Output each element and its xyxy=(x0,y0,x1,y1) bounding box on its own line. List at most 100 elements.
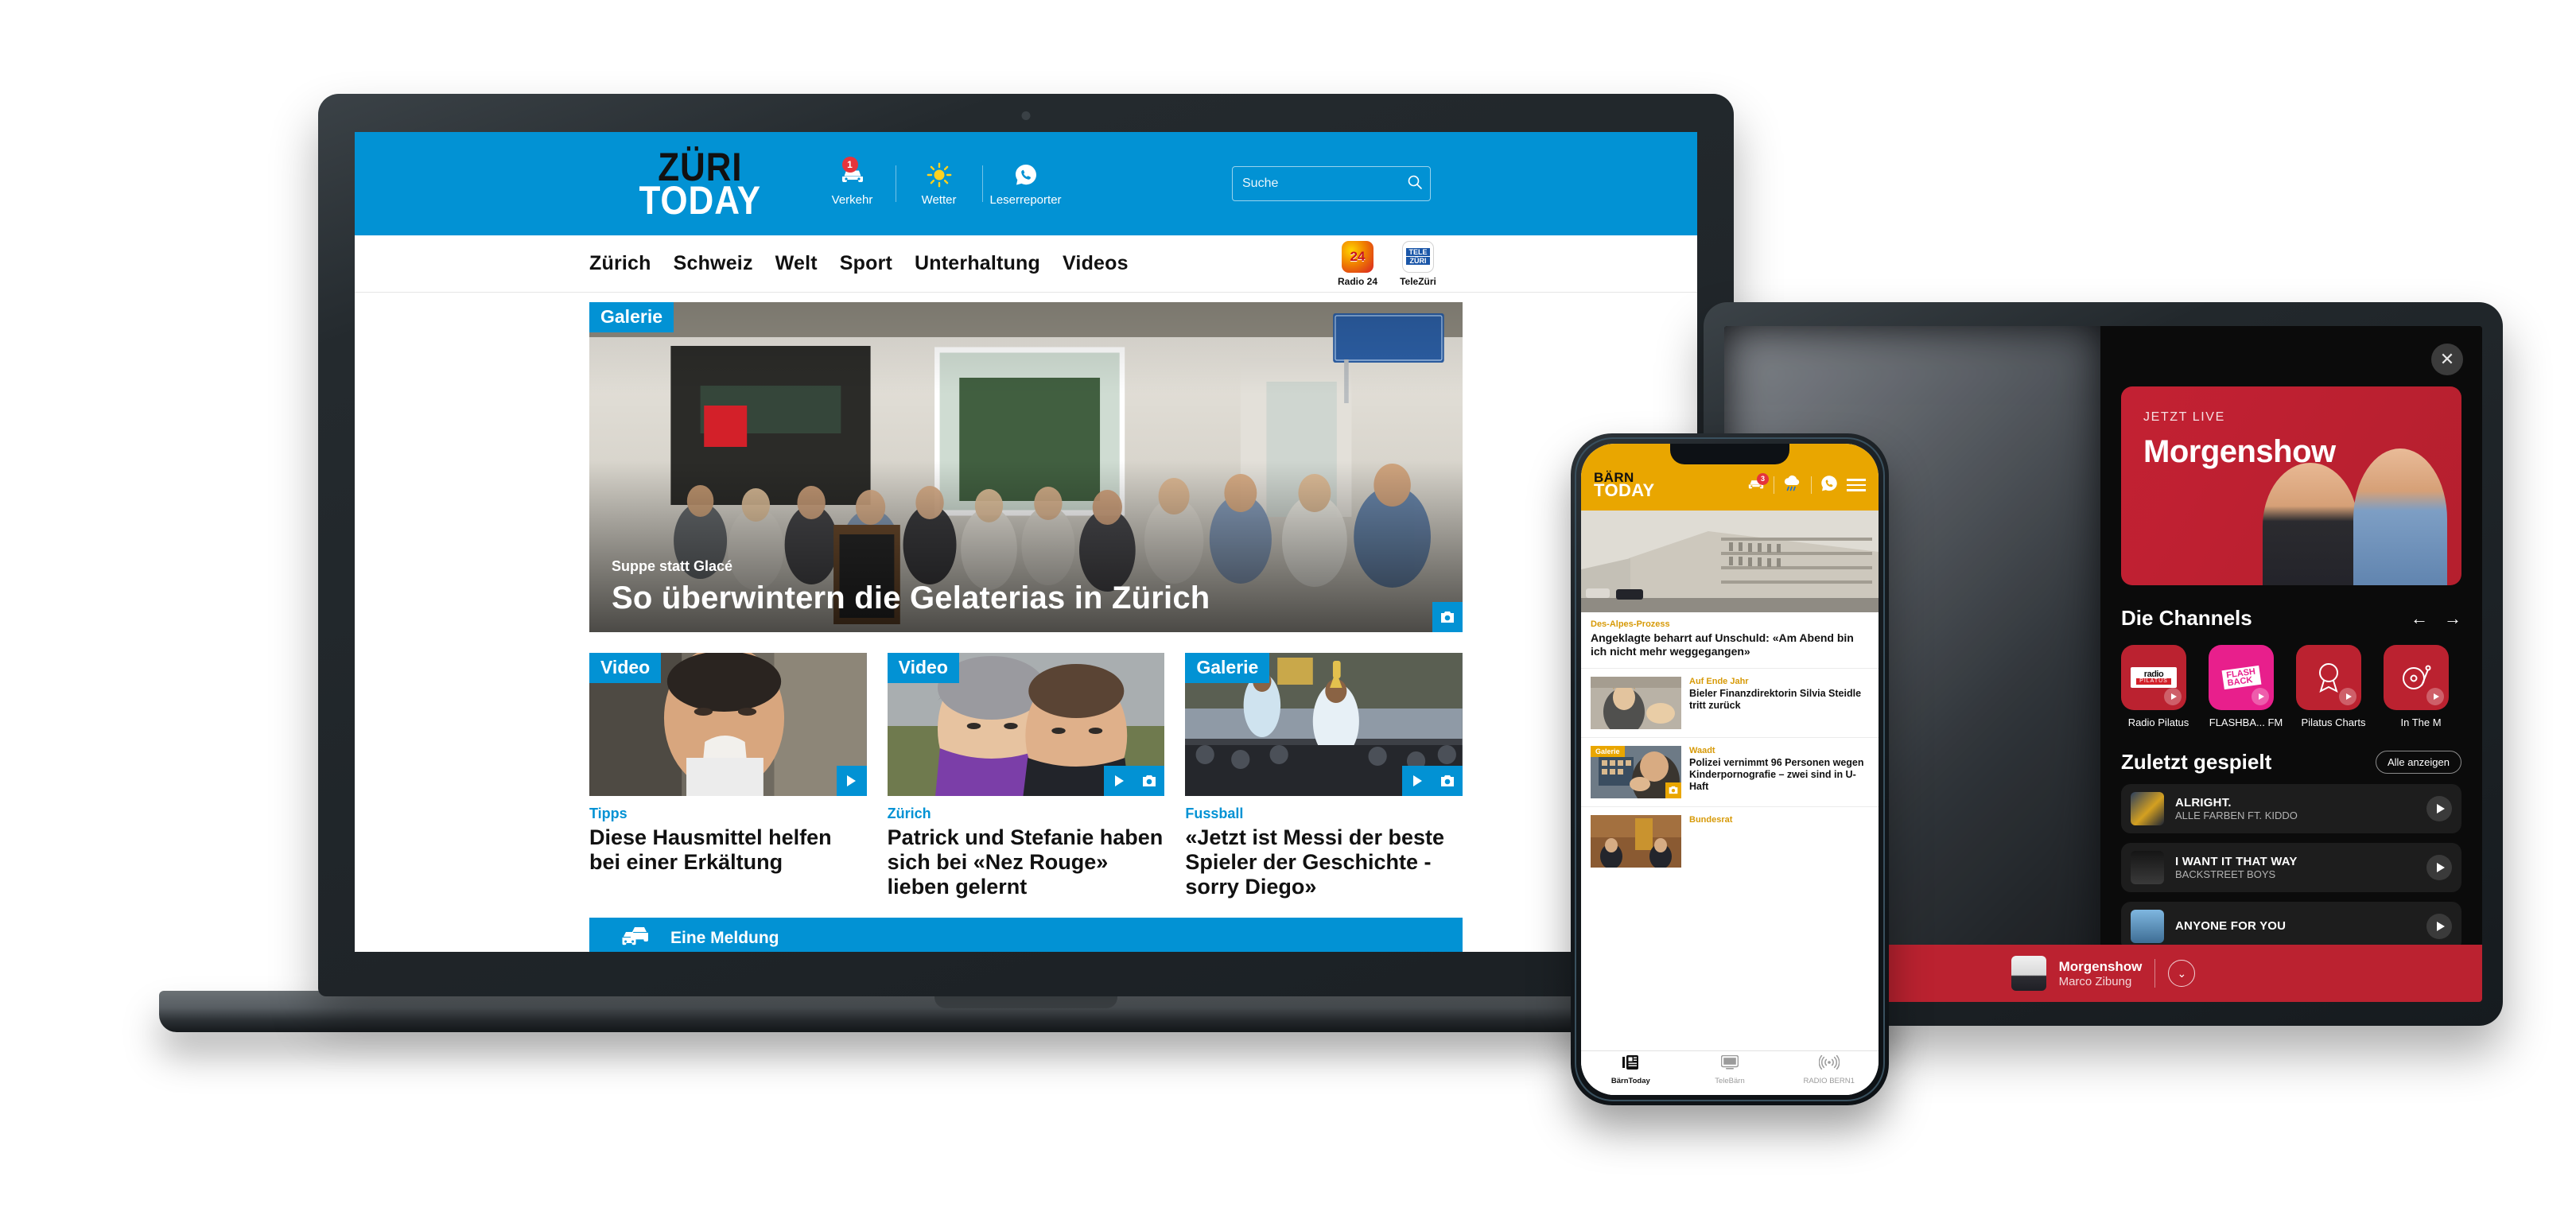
brand-radio24[interactable]: 24 Radio 24 xyxy=(1335,240,1381,287)
track-item[interactable]: ALRIGHT. ALLE FARBEN FT. KIDDO xyxy=(2121,783,2461,833)
header-action-label: Leserreporter xyxy=(989,192,1062,207)
channel-item[interactable]: Pilatus Charts xyxy=(2296,645,2371,729)
arrow-left-icon[interactable]: ← xyxy=(2411,608,2428,629)
article-card[interactable]: Video Zürich Patrick und Stefanie haben … xyxy=(887,653,1165,899)
nav-item-sport[interactable]: Sport xyxy=(840,252,892,275)
telezueri-mark-bottom: ZÜRI xyxy=(1406,257,1430,265)
phone-tab-telebaern[interactable]: TeleBärn xyxy=(1680,1054,1780,1085)
phone-hero-image[interactable] xyxy=(1581,511,1879,612)
host-photo-left xyxy=(2263,463,2358,585)
card-tag-badge: Video xyxy=(887,653,959,683)
play-icon[interactable] xyxy=(2426,913,2452,939)
show-all-button[interactable]: Alle anzeigen xyxy=(2375,750,2461,774)
search-input[interactable] xyxy=(1242,177,1407,191)
telezueri-logo-icon: TELE ZÜRI xyxy=(1402,240,1434,273)
phone-lead-kicker: Des-Alpes-Prozess xyxy=(1591,619,1670,629)
article-card[interactable]: Video Tipps Diese Hausmittel helfen bei … xyxy=(589,653,867,899)
radio24-logo-icon: 24 xyxy=(1342,240,1373,273)
rain-cloud-icon[interactable] xyxy=(1782,475,1803,496)
phone-article-title: Polizei vernimmt 96 Personen wegen Kinde… xyxy=(1689,756,1864,793)
whatsapp-icon[interactable] xyxy=(1820,474,1839,497)
nav-item-unterhaltung[interactable]: Unterhaltung xyxy=(915,252,1040,275)
hero-article[interactable]: Galerie Suppe statt Glacé So überwintern… xyxy=(589,302,1463,632)
camera-icon[interactable] xyxy=(1432,602,1463,632)
traffic-bar-label: Eine Meldung xyxy=(670,929,779,948)
card-tag-badge: Galerie xyxy=(1185,653,1270,683)
camera-icon[interactable] xyxy=(1134,766,1165,796)
channel-item[interactable]: FLASH BACK FLASHBA... FM xyxy=(2209,645,2283,729)
track-artist: ALLE FARBEN FT. KIDDO xyxy=(2175,809,2298,821)
play-icon[interactable] xyxy=(2339,688,2356,705)
phone-article-meta: Bundesrat xyxy=(1689,815,1869,868)
brand-telezueri[interactable]: TELE ZÜRI TeleZüri xyxy=(1395,240,1441,287)
pilatus-charts-medal-icon xyxy=(2296,645,2361,710)
card-kicker: Zürich xyxy=(887,806,931,821)
article-card[interactable]: Galerie Fussball «Jetzt ist Messi der be… xyxy=(1185,653,1463,899)
phone-header-actions: 3 xyxy=(1746,472,1866,497)
camera-icon[interactable] xyxy=(1432,766,1463,796)
car-icon[interactable]: 3 xyxy=(1746,472,1769,494)
card-image: Galerie xyxy=(1185,653,1463,796)
live-show-card[interactable]: JETZT LIVE Morgenshow xyxy=(2121,386,2461,585)
track-artist: BACKSTREET BOYS xyxy=(2175,868,2276,880)
radio-pilatus-logo-icon: radio PILATUS xyxy=(2121,645,2186,710)
header-action-leserreporter[interactable]: Leserreporter xyxy=(983,161,1069,207)
phone-feed[interactable]: Des-Alpes-Prozess Angeklagte beharrt auf… xyxy=(1581,511,1879,1050)
phone-article-kicker: Auf Ende Jahr xyxy=(1689,676,1749,686)
play-icon[interactable] xyxy=(1402,766,1433,796)
play-icon[interactable] xyxy=(2426,795,2452,821)
radio-panel: ✕ JETZT LIVE Morgenshow Die Channels ← → xyxy=(2100,326,2482,1002)
header-action-verkehr[interactable]: 1 Verkehr xyxy=(810,156,896,207)
site-logo[interactable]: ZÜRI TODAY xyxy=(631,147,770,223)
play-icon[interactable] xyxy=(836,766,867,796)
nav-item-videos[interactable]: Videos xyxy=(1063,252,1129,275)
phone-article-row[interactable]: Galerie Waadt Polizei vernimmt 96 Person… xyxy=(1581,736,1879,806)
phone-lead-title: Angeklagte beharrt auf Unschuld: «Am Abe… xyxy=(1591,631,1854,658)
hamburger-icon[interactable] xyxy=(1847,479,1866,491)
telezueri-mark-top: TELE xyxy=(1406,248,1430,256)
play-icon[interactable] xyxy=(1104,766,1135,796)
card-media-buttons xyxy=(1402,766,1463,796)
phone-article-title: Bieler Finanzdirektorin Silvia Steidle t… xyxy=(1689,687,1862,711)
camera-icon[interactable] xyxy=(1665,782,1681,798)
card-image: Video xyxy=(589,653,867,796)
phone-article-row[interactable]: Bundesrat xyxy=(1581,806,1879,876)
header-action-wetter[interactable]: Wetter xyxy=(896,161,982,207)
arrow-right-icon[interactable]: → xyxy=(2444,608,2461,629)
phone-app-logo[interactable]: BÄRN TODAY xyxy=(1594,471,1655,499)
phone-article-thumb xyxy=(1591,814,1681,868)
channel-item[interactable]: radio PILATUS Radio Pilatus xyxy=(2121,645,2196,729)
nav-item-schweiz[interactable]: Schweiz xyxy=(674,252,753,275)
close-icon[interactable]: ✕ xyxy=(2431,344,2463,375)
card-image: Video xyxy=(887,653,1165,796)
track-item[interactable]: ANYONE FOR YOU xyxy=(2121,901,2461,951)
track-item[interactable]: I WANT IT THAT WAY BACKSTREET BOYS xyxy=(2121,842,2461,892)
search-box[interactable] xyxy=(1232,166,1431,201)
play-icon[interactable] xyxy=(2164,688,2182,705)
card-kicker: Tipps xyxy=(589,806,627,821)
search-icon[interactable] xyxy=(1407,174,1423,194)
nav-item-welt[interactable]: Welt xyxy=(775,252,818,275)
phone-tab-label: RADIO BERN1 xyxy=(1803,1076,1855,1085)
nav-item-zuerich[interactable]: Zürich xyxy=(589,252,651,275)
phone-notch xyxy=(1670,444,1789,464)
phone-article-row[interactable]: Auf Ende Jahr Bieler Finanzdirektorin Si… xyxy=(1581,667,1879,737)
play-icon[interactable] xyxy=(2426,688,2444,705)
chevron-down-icon[interactable]: ⌄ xyxy=(2168,960,2196,987)
turntable-icon xyxy=(2384,645,2449,710)
play-icon[interactable] xyxy=(2252,688,2269,705)
phone-article-meta: Auf Ende Jahr Bieler Finanzdirektorin Si… xyxy=(1689,677,1869,729)
phone-header-divider xyxy=(1811,476,1812,494)
traffic-bar[interactable]: Eine Meldung xyxy=(589,918,1463,952)
channel-logo-bottom: PILATUS xyxy=(2136,678,2171,685)
logo-line-2: TODAY xyxy=(639,178,762,223)
channels-section-header: Die Channels ← → xyxy=(2121,606,2461,631)
phone-lead-article[interactable]: Des-Alpes-Prozess Angeklagte beharrt auf… xyxy=(1581,612,1879,668)
channel-item[interactable]: In The M xyxy=(2384,645,2458,729)
phone-tab-baerntoday[interactable]: BärnToday xyxy=(1581,1054,1680,1085)
play-icon[interactable] xyxy=(2426,854,2452,880)
album-art xyxy=(2131,791,2164,825)
phone-device: BÄRN TODAY 3 Des-Alpes-Prozess Angeklagt… xyxy=(1571,433,1889,1105)
album-art xyxy=(2131,909,2164,943)
phone-tab-radiobern1[interactable]: RADIO BERN1 xyxy=(1779,1054,1879,1085)
